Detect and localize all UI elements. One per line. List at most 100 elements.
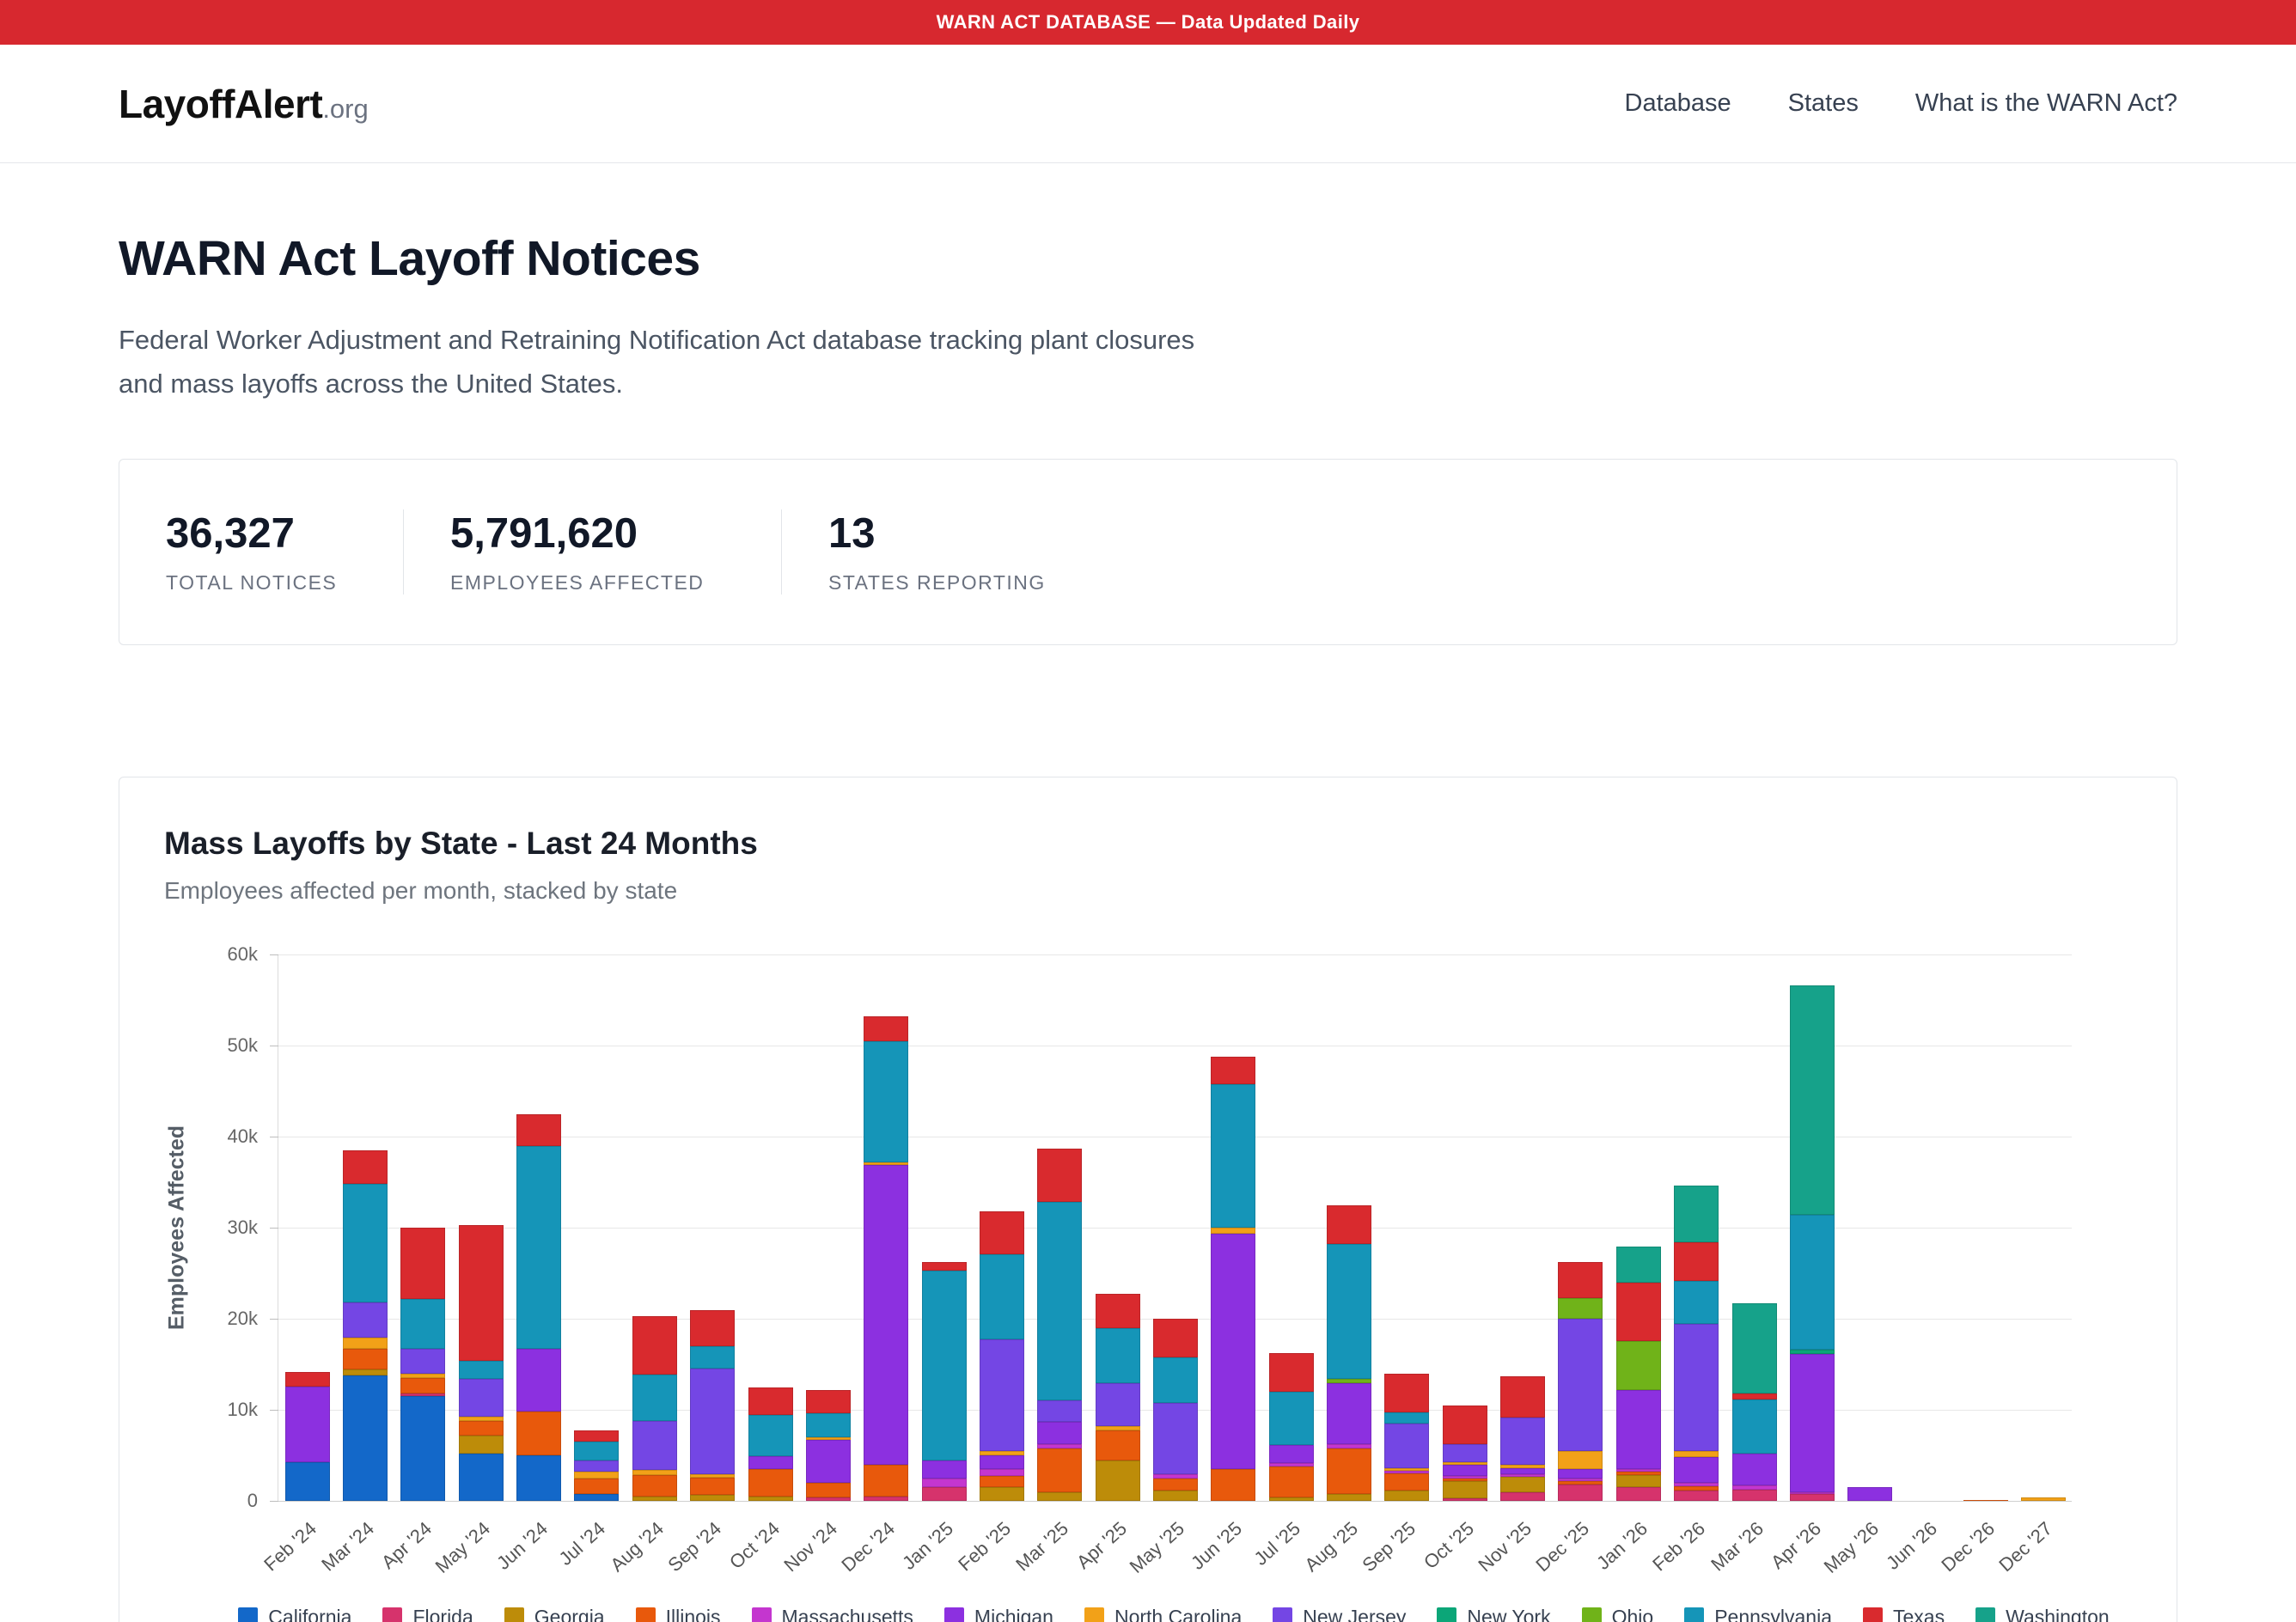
bar-segment-georgia[interactable] — [980, 1487, 1024, 1501]
bar-aug-24[interactable] — [632, 1316, 677, 1501]
bar-segment-north-carolina[interactable] — [1674, 1451, 1719, 1457]
bar-segment-illinois[interactable] — [1211, 1469, 1255, 1501]
bar-segment-illinois[interactable] — [343, 1349, 388, 1369]
bar-segment-illinois[interactable] — [1384, 1473, 1429, 1490]
legend-item-florida[interactable]: Florida — [382, 1606, 473, 1622]
bar-segment-michigan[interactable] — [1616, 1390, 1661, 1469]
bar-segment-michigan[interactable] — [1269, 1445, 1314, 1463]
bar-segment-pennsylvania[interactable] — [574, 1442, 619, 1460]
nav-database[interactable]: Database — [1625, 89, 1731, 118]
bar-segment-massachusetts[interactable] — [922, 1479, 967, 1488]
bar-apr-24[interactable] — [400, 1228, 445, 1501]
bar-segment-new-jersey[interactable] — [1674, 1324, 1719, 1451]
bar-segment-texas[interactable] — [864, 1016, 908, 1041]
bar-segment-michigan[interactable] — [285, 1387, 330, 1462]
bar-segment-california[interactable] — [459, 1454, 504, 1501]
bar-mar-25[interactable] — [1037, 1149, 1082, 1501]
bar-segment-texas[interactable] — [1327, 1205, 1371, 1245]
legend-item-new-jersey[interactable]: New Jersey — [1273, 1606, 1406, 1622]
bar-segment-illinois[interactable] — [980, 1476, 1024, 1488]
bar-segment-michigan[interactable] — [980, 1455, 1024, 1469]
bar-segment-illinois[interactable] — [1327, 1448, 1371, 1494]
bar-segment-pennsylvania[interactable] — [864, 1041, 908, 1162]
bar-segment-pennsylvania[interactable] — [1790, 1215, 1835, 1350]
bar-segment-north-carolina[interactable] — [343, 1338, 388, 1350]
bar-segment-california[interactable] — [574, 1494, 619, 1501]
bar-segment-pennsylvania[interactable] — [1327, 1244, 1371, 1379]
legend-item-california[interactable]: California — [238, 1606, 351, 1622]
bar-jul-25[interactable] — [1269, 1353, 1314, 1502]
bar-segment-washington[interactable] — [1790, 985, 1835, 1215]
legend-item-texas[interactable]: Texas — [1863, 1606, 1945, 1622]
bar-segment-new-jersey[interactable] — [343, 1302, 388, 1337]
bar-segment-texas[interactable] — [400, 1228, 445, 1299]
bar-nov-24[interactable] — [806, 1390, 851, 1501]
bar-segment-new-jersey[interactable] — [1558, 1319, 1603, 1451]
bar-jun-24[interactable] — [516, 1114, 561, 1501]
legend-item-washington[interactable]: Washington — [1975, 1606, 2110, 1622]
bar-feb-25[interactable] — [980, 1211, 1024, 1501]
bar-segment-georgia[interactable] — [1327, 1494, 1371, 1501]
bar-segment-michigan[interactable] — [1558, 1469, 1603, 1479]
bar-segment-pennsylvania[interactable] — [690, 1346, 735, 1368]
legend-item-new-york[interactable]: New York — [1437, 1606, 1550, 1622]
bar-segment-texas[interactable] — [980, 1211, 1024, 1254]
bar-segment-north-carolina[interactable] — [574, 1472, 619, 1478]
bar-segment-florida[interactable] — [1790, 1494, 1835, 1501]
bar-segment-florida[interactable] — [1500, 1492, 1545, 1502]
bar-segment-michigan[interactable] — [864, 1165, 908, 1465]
bar-segment-illinois[interactable] — [690, 1478, 735, 1495]
bar-segment-michigan[interactable] — [1443, 1465, 1487, 1476]
bar-segment-pennsylvania[interactable] — [922, 1271, 967, 1460]
bar-nov-25[interactable] — [1500, 1376, 1545, 1501]
bar-segment-texas[interactable] — [1153, 1319, 1198, 1357]
bar-segment-texas[interactable] — [1674, 1242, 1719, 1281]
bar-may-26[interactable] — [1847, 1487, 1892, 1501]
bar-segment-texas[interactable] — [1443, 1406, 1487, 1444]
bar-segment-texas[interactable] — [1037, 1149, 1082, 1201]
bar-segment-pennsylvania[interactable] — [1732, 1399, 1777, 1454]
bar-segment-illinois[interactable] — [748, 1469, 793, 1497]
bar-segment-texas[interactable] — [690, 1310, 735, 1346]
bar-sep-24[interactable] — [690, 1310, 735, 1502]
bar-segment-ohio[interactable] — [1558, 1298, 1603, 1319]
bar-segment-texas[interactable] — [748, 1387, 793, 1415]
bar-segment-california[interactable] — [285, 1462, 330, 1502]
bar-segment-michigan[interactable] — [1037, 1422, 1082, 1443]
bar-segment-texas[interactable] — [632, 1316, 677, 1375]
bar-dec-25[interactable] — [1558, 1262, 1603, 1502]
bar-segment-texas[interactable] — [516, 1114, 561, 1146]
bar-segment-georgia[interactable] — [1443, 1481, 1487, 1498]
bar-segment-pennsylvania[interactable] — [343, 1184, 388, 1302]
bar-segment-pennsylvania[interactable] — [980, 1254, 1024, 1339]
legend-item-massachusetts[interactable]: Massachusetts — [752, 1606, 913, 1622]
site-logo[interactable]: LayoffAlert.org — [119, 81, 369, 127]
legend-item-ohio[interactable]: Ohio — [1582, 1606, 1654, 1622]
bar-jul-24[interactable] — [574, 1430, 619, 1502]
bar-segment-texas[interactable] — [343, 1150, 388, 1184]
bar-segment-michigan[interactable] — [748, 1456, 793, 1469]
bar-segment-michigan[interactable] — [1847, 1487, 1892, 1501]
legend-item-michigan[interactable]: Michigan — [944, 1606, 1053, 1622]
bar-segment-new-jersey[interactable] — [1443, 1444, 1487, 1462]
bar-segment-illinois[interactable] — [864, 1465, 908, 1497]
bar-segment-texas[interactable] — [1616, 1283, 1661, 1341]
bar-segment-new-jersey[interactable] — [1037, 1400, 1082, 1422]
bar-segment-texas[interactable] — [1096, 1294, 1140, 1328]
bar-segment-new-jersey[interactable] — [690, 1369, 735, 1474]
bar-segment-new-jersey[interactable] — [980, 1339, 1024, 1451]
bar-segment-california[interactable] — [516, 1455, 561, 1501]
bar-segment-georgia[interactable] — [1096, 1460, 1140, 1502]
nav-states[interactable]: States — [1788, 89, 1859, 118]
bar-segment-georgia[interactable] — [1384, 1491, 1429, 1502]
bar-jan-26[interactable] — [1616, 1247, 1661, 1502]
bar-may-25[interactable] — [1153, 1319, 1198, 1501]
bar-segment-pennsylvania[interactable] — [748, 1415, 793, 1457]
bar-oct-24[interactable] — [748, 1387, 793, 1501]
bar-mar-24[interactable] — [343, 1150, 388, 1501]
bar-segment-georgia[interactable] — [1037, 1492, 1082, 1502]
bar-segment-washington[interactable] — [1674, 1186, 1719, 1243]
bar-segment-florida[interactable] — [1674, 1491, 1719, 1502]
bar-segment-pennsylvania[interactable] — [516, 1146, 561, 1349]
bar-jan-25[interactable] — [922, 1262, 967, 1502]
